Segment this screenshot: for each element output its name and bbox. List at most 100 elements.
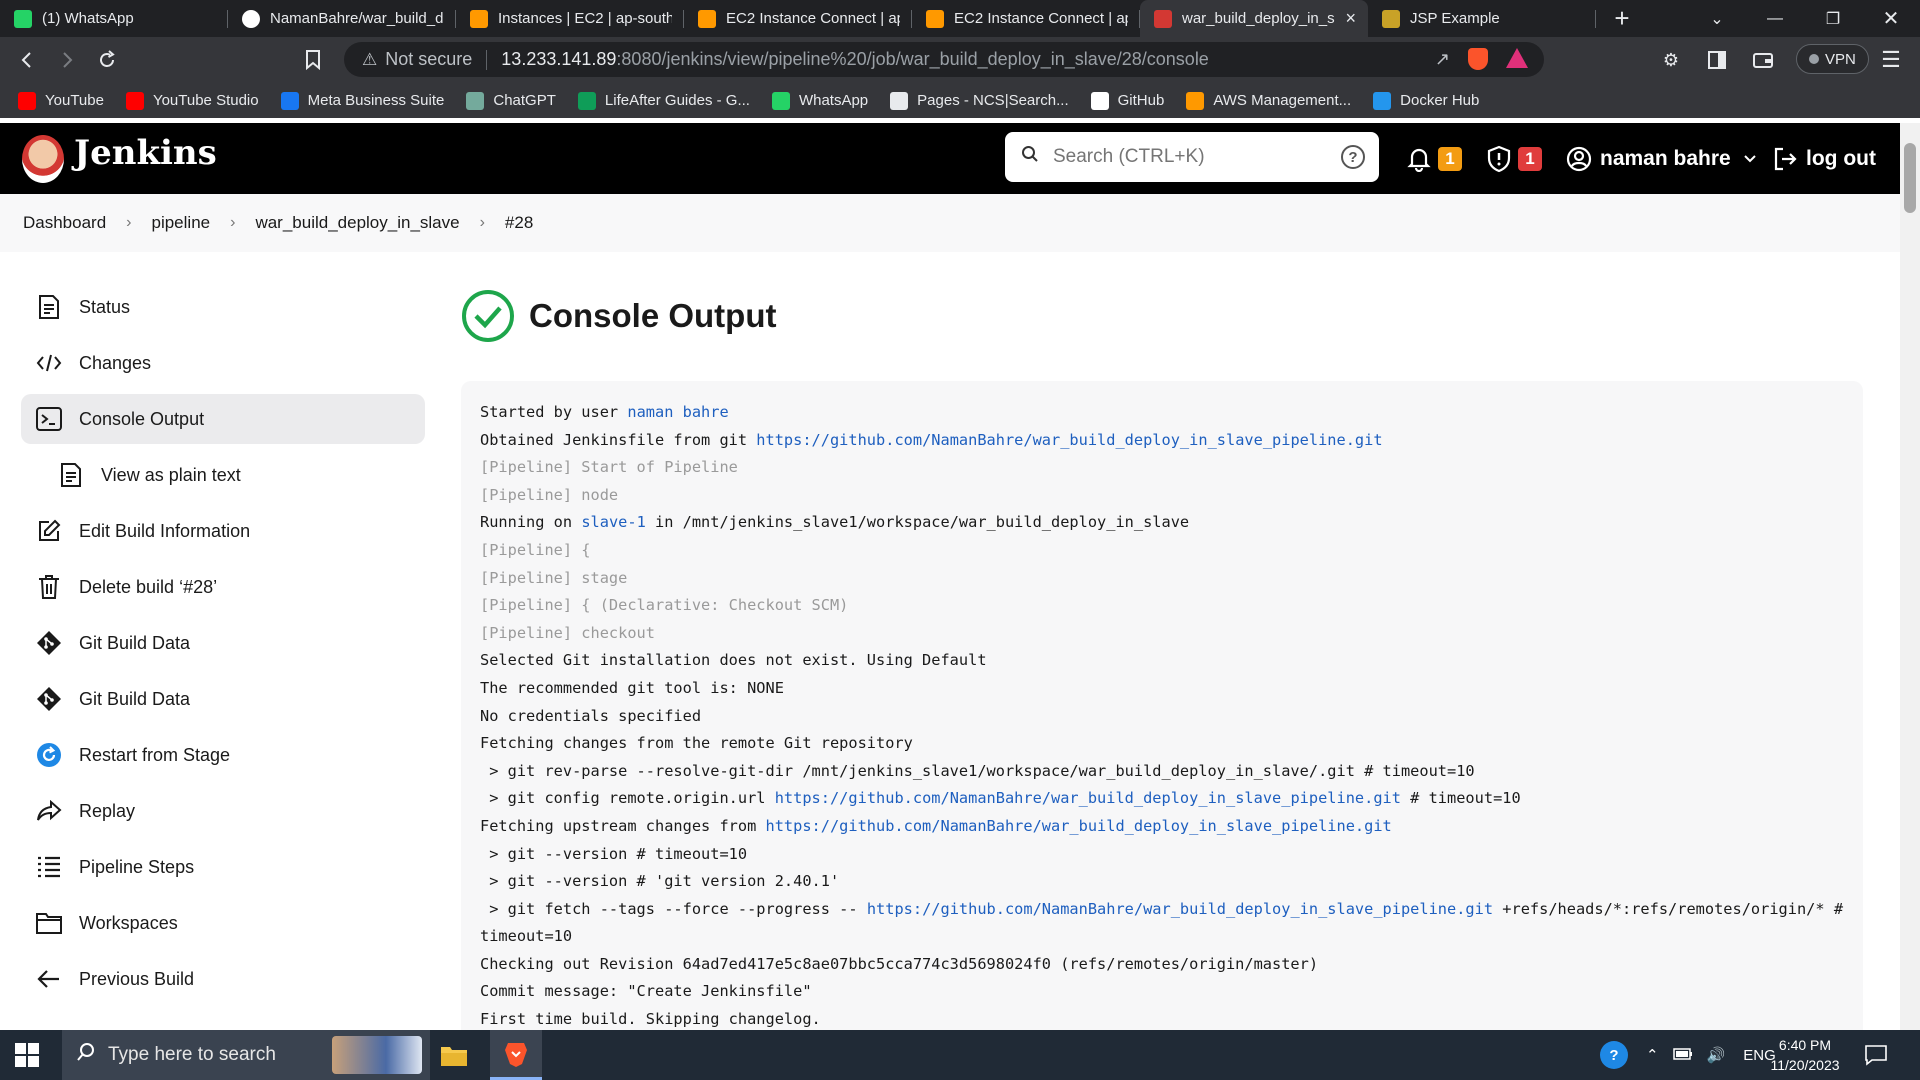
breadcrumb-item[interactable]: #28	[505, 213, 533, 233]
browser-tab[interactable]: (1) WhatsApp	[0, 0, 228, 37]
chevron-right-icon: ›	[479, 214, 485, 231]
browser-tab[interactable]: war_build_deploy_in_s ×	[1140, 0, 1368, 37]
tab-search-icon[interactable]: ⌄	[1688, 0, 1746, 37]
reload-button[interactable]	[92, 45, 122, 75]
console-link[interactable]: https://github.com/NamanBahre/war_build_…	[756, 431, 1382, 449]
bookmark-item[interactable]: Pages - NCS|Search...	[890, 91, 1069, 110]
console-line: > git fetch --tags --force --progress --…	[480, 896, 1844, 924]
sidebar-item[interactable]: Restart from Stage	[21, 730, 425, 780]
help-icon[interactable]: ?	[1341, 145, 1365, 169]
chevron-right-icon: ›	[126, 214, 132, 231]
console-link[interactable]: https://github.com/NamanBahre/war_build_…	[766, 817, 1392, 835]
battery-icon[interactable]	[1672, 1047, 1693, 1064]
sidebar-item-label: Replay	[79, 800, 136, 821]
console-link[interactable]: https://github.com/NamanBahre/war_build_…	[867, 900, 1493, 918]
wallet-icon[interactable]	[1748, 45, 1778, 75]
restore-button[interactable]: ❐	[1804, 0, 1862, 37]
sidebar-toggle-icon[interactable]	[1702, 45, 1732, 75]
sidebar-item[interactable]: View as plain text	[21, 450, 425, 500]
start-button[interactable]	[14, 1042, 40, 1073]
bookmark-item[interactable]: YouTube Studio	[125, 91, 259, 110]
console-link[interactable]: https://github.com/NamanBahre/war_build_…	[775, 789, 1401, 807]
file-explorer-app[interactable]	[428, 1030, 480, 1080]
page-scrollbar[interactable]	[1900, 123, 1920, 1030]
sidebar-item[interactable]: Delete build ‘#28’	[21, 562, 425, 612]
sidebar-item[interactable]: Pipeline Steps	[21, 842, 425, 892]
tab-close-icon[interactable]: ×	[1345, 8, 1356, 29]
sidebar-item[interactable]: Status	[21, 282, 425, 332]
forward-button[interactable]	[52, 45, 82, 75]
security-button[interactable]: 1	[1486, 123, 1542, 194]
console-line: Obtained Jenkinsfile from git https://gi…	[480, 427, 1844, 455]
chevron-up-icon[interactable]: ⌃	[1646, 1046, 1659, 1064]
bookmark-label: YouTube	[45, 92, 104, 109]
minimize-button[interactable]: —	[1746, 0, 1804, 37]
console-link[interactable]: naman bahre	[627, 403, 728, 421]
console-line: Started by user naman bahre	[480, 399, 1844, 427]
jenkins-logo-icon[interactable]	[22, 135, 64, 183]
user-icon	[1566, 146, 1592, 171]
address-bar[interactable]: ⚠ Not secure 13.233.141.89:8080/jenkins/…	[344, 42, 1544, 77]
notifications-center-icon[interactable]	[1864, 1044, 1888, 1071]
breadcrumb-item[interactable]: pipeline	[152, 213, 211, 233]
bookmark-item[interactable]: LifeAfter Guides - G...	[577, 91, 750, 110]
not-secure-label[interactable]: Not secure	[385, 49, 472, 70]
console-line: timeout=10	[480, 923, 1844, 951]
console-line: [Pipeline] checkout	[480, 620, 1844, 648]
bookmark-item[interactable]: GitHub	[1090, 91, 1164, 110]
jenkins-title[interactable]: Jenkins	[74, 133, 217, 173]
close-window-button[interactable]: ✕	[1862, 0, 1920, 37]
new-tab-button[interactable]: +	[1602, 0, 1642, 37]
menu-icon[interactable]: ☰	[1876, 45, 1906, 75]
sidebar-item[interactable]: Previous Build	[21, 954, 425, 1004]
jenkins-header: Jenkins ? 1 1 naman bahre log out	[0, 123, 1900, 194]
bookmark-item[interactable]: Meta Business Suite	[280, 91, 444, 110]
brave-browser-app[interactable]	[490, 1030, 542, 1080]
console-text: > git config remote.origin.url	[480, 789, 775, 808]
extensions-icon[interactable]: ⚙	[1656, 45, 1686, 75]
document-icon	[57, 461, 85, 489]
browser-tab[interactable]: JSP Example	[1368, 0, 1596, 37]
console-text: [Pipeline] { (Declarative: Checkout SCM)	[480, 596, 849, 615]
clock[interactable]: 6:40 PM 11/20/2023	[1762, 1035, 1848, 1075]
breadcrumb-item[interactable]: war_build_deploy_in_slave	[255, 213, 459, 233]
tab-title: JSP Example	[1410, 10, 1500, 27]
sidebar-item[interactable]: Git Build Data	[21, 618, 425, 668]
back-button[interactable]	[12, 45, 42, 75]
bookmark-item[interactable]: AWS Management...	[1186, 91, 1351, 110]
browser-tab[interactable]: EC2 Instance Connect | ap-	[684, 0, 912, 37]
browser-tab[interactable]: Instances | EC2 | ap-south-1	[456, 0, 684, 37]
breadcrumb-item[interactable]: Dashboard	[23, 213, 106, 233]
vpn-button[interactable]: VPN	[1796, 44, 1869, 74]
scrollbar-thumb[interactable]	[1904, 143, 1916, 213]
bookmark-item[interactable]: WhatsApp	[771, 91, 868, 110]
brave-rewards-icon[interactable]	[1506, 48, 1528, 68]
taskbar-search[interactable]: Type here to search	[62, 1030, 430, 1080]
logout-button[interactable]: log out	[1772, 123, 1876, 194]
search-box[interactable]: ?	[1005, 132, 1379, 182]
browser-tab[interactable]: EC2 Instance Connect | ap-	[912, 0, 1140, 37]
trash-icon	[35, 573, 63, 601]
console-line: No credentials specified	[480, 703, 1844, 731]
sidebar-item[interactable]: Console Output	[21, 394, 425, 444]
user-menu[interactable]: naman bahre	[1566, 123, 1757, 194]
search-input[interactable]	[1053, 146, 1323, 168]
help-tray-icon[interactable]: ?	[1600, 1041, 1628, 1069]
notifications-button[interactable]: 1	[1406, 123, 1462, 194]
share-icon[interactable]: ↗	[1435, 49, 1450, 70]
bookmark-page-button[interactable]	[298, 45, 328, 75]
page-title: Console Output	[529, 297, 777, 334]
volume-icon[interactable]: 🔊	[1707, 1046, 1726, 1064]
browser-tab[interactable]: NamanBahre/war_build_de	[228, 0, 456, 37]
console-text: [Pipeline] {	[480, 540, 591, 559]
sidebar-item[interactable]: Edit Build Information	[21, 506, 425, 556]
bookmark-item[interactable]: YouTube	[18, 91, 104, 110]
bookmark-item[interactable]: Docker Hub	[1373, 91, 1479, 110]
sidebar-item[interactable]: Replay	[21, 786, 425, 836]
sidebar-item[interactable]: Workspaces	[21, 898, 425, 948]
bookmark-item[interactable]: ChatGPT	[466, 91, 556, 110]
sidebar-item[interactable]: Changes	[21, 338, 425, 388]
brave-shields-icon[interactable]	[1468, 48, 1488, 70]
console-link[interactable]: slave-1	[581, 513, 645, 531]
sidebar-item[interactable]: Git Build Data	[21, 674, 425, 724]
